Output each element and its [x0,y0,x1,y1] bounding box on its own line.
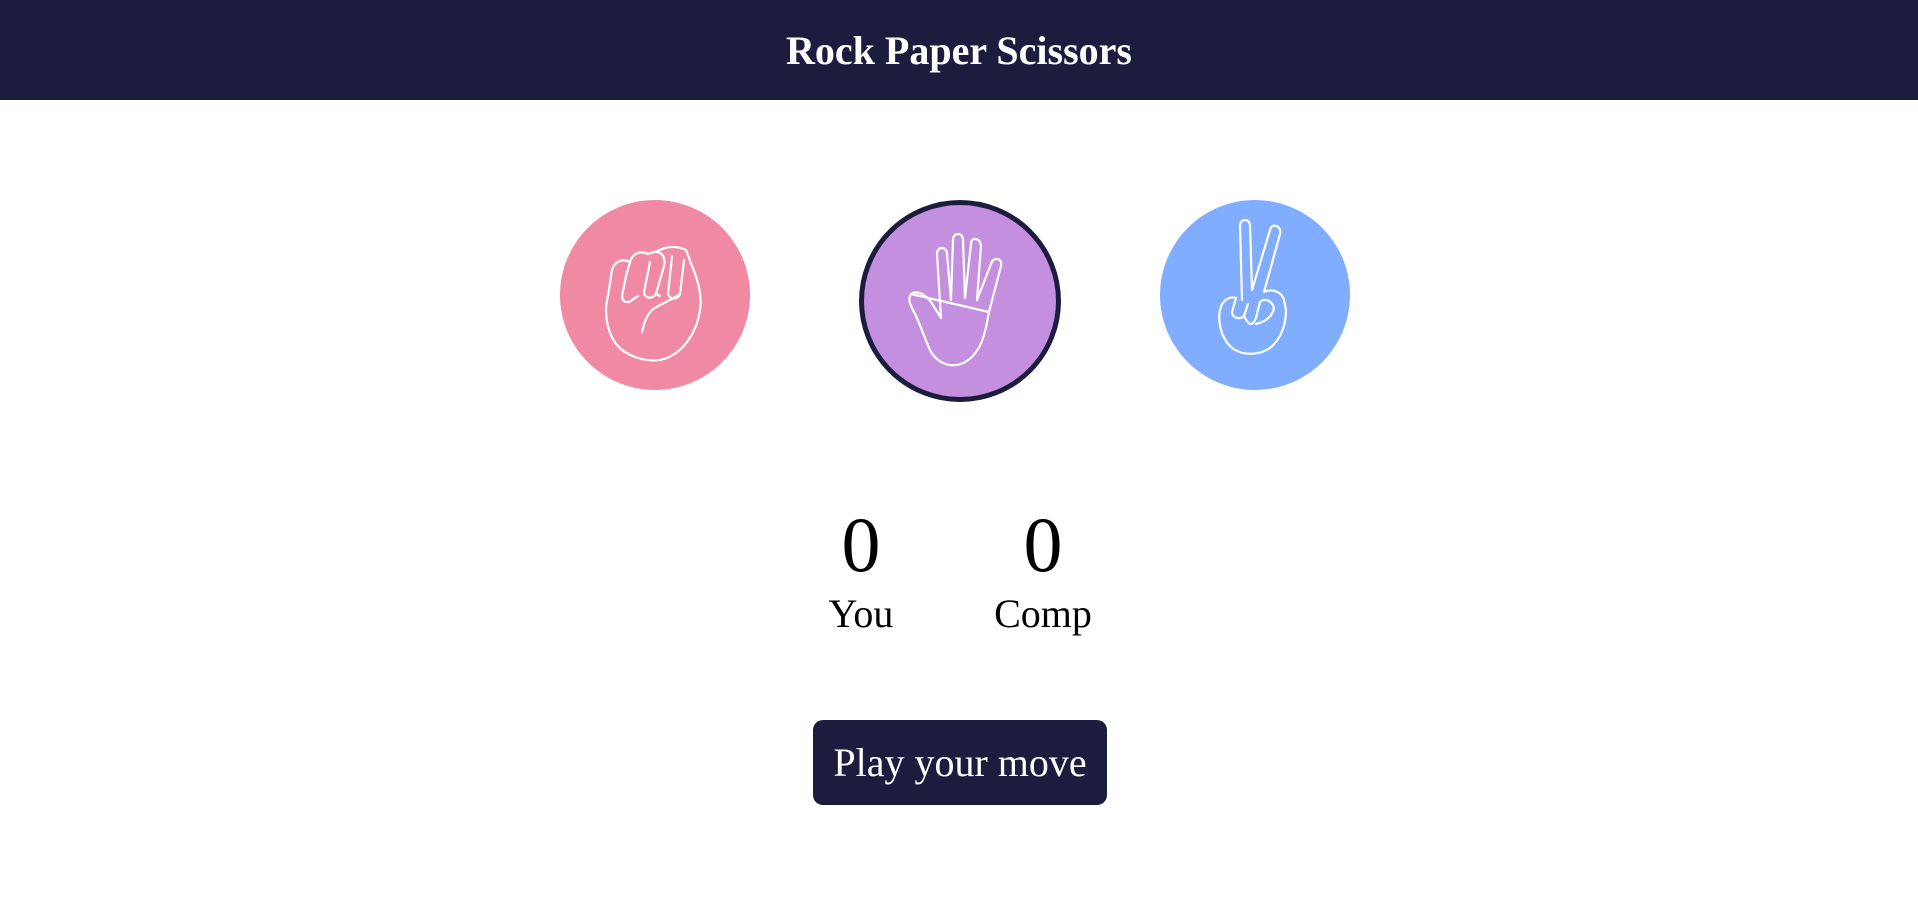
page-title: Rock Paper Scissors [786,27,1132,73]
rock-choice[interactable] [560,200,750,390]
computer-score: 0 Comp [963,500,1123,638]
user-score-value: 0 [841,501,881,588]
fist-icon [605,245,702,362]
paper-choice[interactable] [859,200,1061,402]
scissors-choice[interactable] [1160,200,1350,390]
play-move-button[interactable]: Play your move [813,720,1107,805]
computer-score-label: Comp [994,591,1092,636]
user-score: 0 You [781,500,941,638]
open-hand-icon [908,232,1003,367]
header-bar: Rock Paper Scissors [0,0,1918,100]
computer-score-value: 0 [1023,501,1063,588]
user-score-label: You [828,591,894,636]
peace-hand-icon [1218,218,1288,355]
